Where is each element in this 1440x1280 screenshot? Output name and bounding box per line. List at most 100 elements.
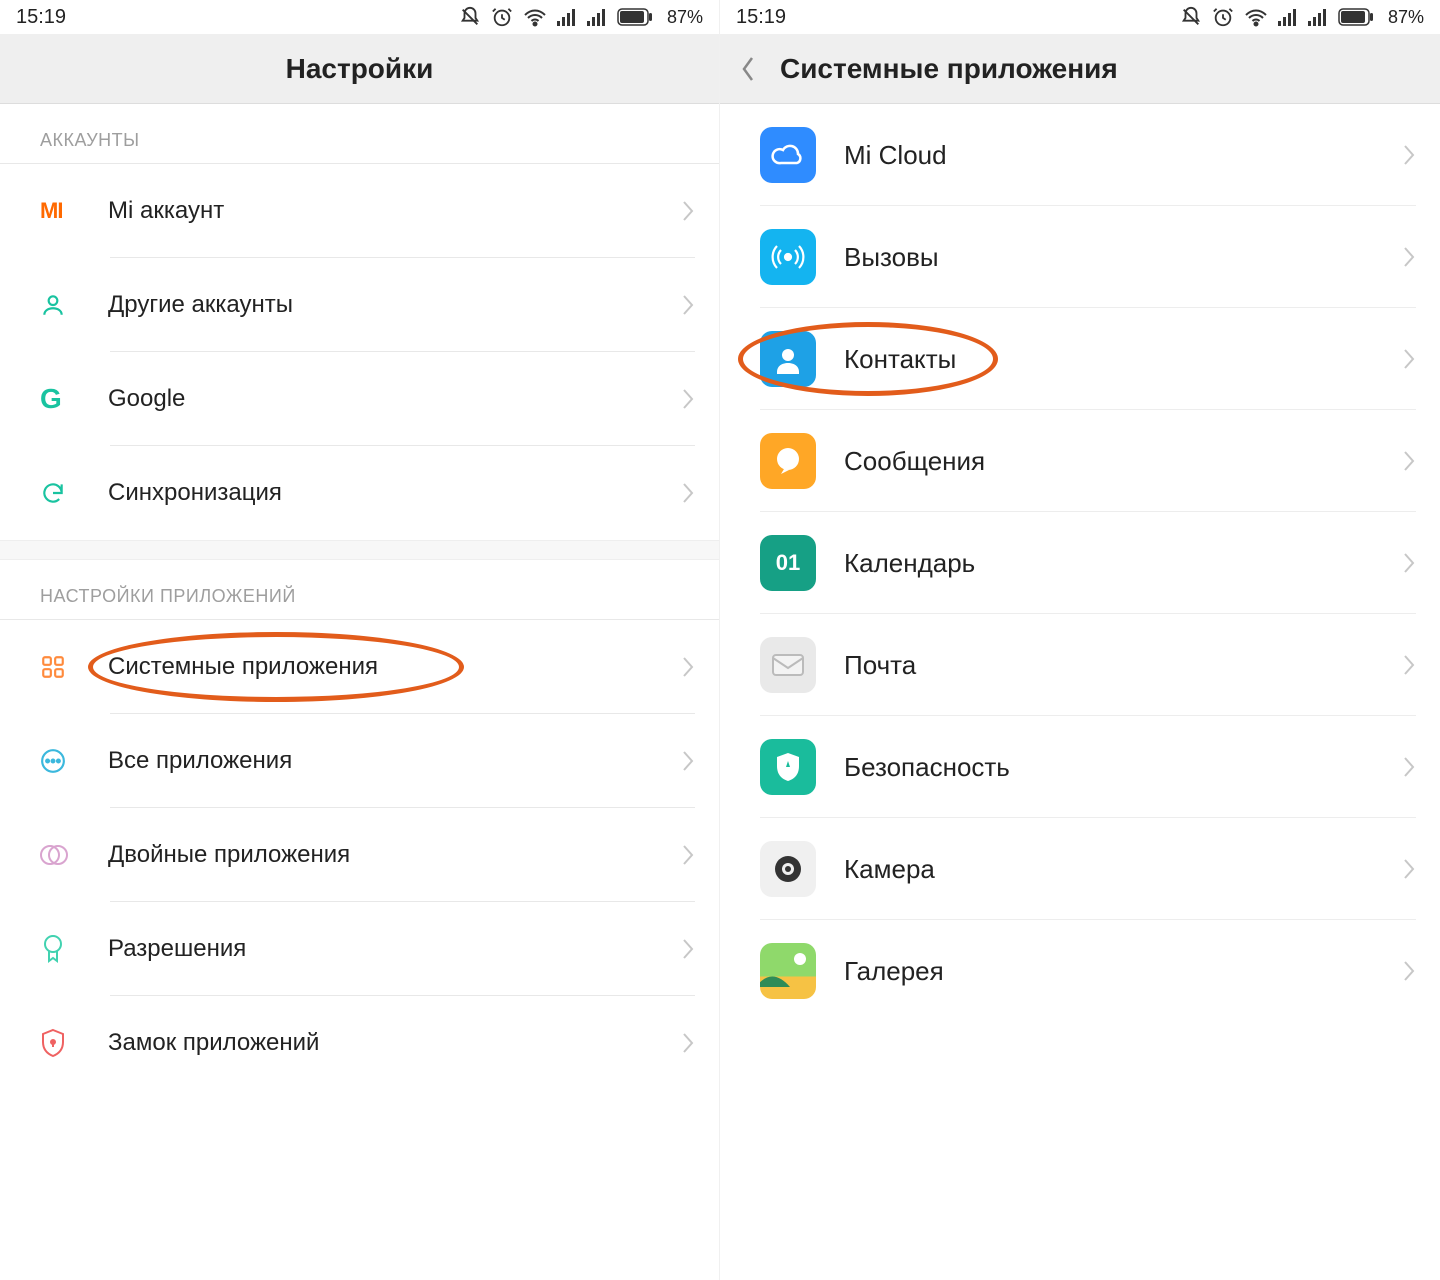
row-all-apps[interactable]: Все приложения	[0, 714, 719, 808]
person-icon	[40, 292, 66, 318]
row-calendar[interactable]: 01 Календарь	[720, 512, 1440, 614]
status-icons: 87%	[1180, 6, 1424, 28]
chevron-right-icon	[681, 655, 695, 679]
status-bar: 15:19 87%	[0, 0, 719, 34]
row-label: Другие аккаунты	[108, 291, 681, 319]
alarm-icon	[491, 6, 513, 28]
row-label: Системные приложения	[108, 653, 681, 681]
status-time: 15:19	[736, 6, 786, 29]
battery-percent: 87%	[1388, 7, 1424, 28]
broadcast-icon	[760, 229, 816, 285]
section-app-settings: НАСТРОЙКИ ПРИЛОЖЕНИЙ	[0, 560, 719, 620]
row-label: Двойные приложения	[108, 841, 681, 869]
signal-icon	[557, 8, 577, 26]
chevron-right-icon	[1402, 959, 1416, 983]
wifi-icon	[1244, 7, 1268, 27]
status-icons: 87%	[459, 6, 703, 28]
chevron-right-icon	[1402, 755, 1416, 779]
row-mail[interactable]: Почта	[720, 614, 1440, 716]
row-google[interactable]: G Google	[0, 352, 719, 446]
calendar-date-text: 01	[776, 550, 800, 576]
more-circle-icon	[40, 748, 66, 774]
row-label: Галерея	[844, 956, 1402, 987]
row-camera[interactable]: Камера	[720, 818, 1440, 920]
row-contacts[interactable]: Контакты	[720, 308, 1440, 410]
gallery-icon	[760, 943, 816, 999]
signal-icon	[1308, 8, 1328, 26]
row-app-lock[interactable]: Замок приложений	[0, 996, 719, 1090]
page-title: Настройки	[286, 53, 434, 85]
row-mi-cloud[interactable]: Mi Cloud	[720, 104, 1440, 206]
row-security[interactable]: Безопасность	[720, 716, 1440, 818]
status-bar: 15:19 87%	[720, 0, 1440, 34]
cloud-icon	[760, 127, 816, 183]
shield-lock-icon	[40, 1028, 66, 1058]
shield-icon	[760, 739, 816, 795]
battery-percent: 87%	[667, 7, 703, 28]
row-label: Камера	[844, 854, 1402, 885]
mail-icon	[760, 637, 816, 693]
alarm-icon	[1212, 6, 1234, 28]
row-other-accounts[interactable]: Другие аккаунты	[0, 258, 719, 352]
chevron-right-icon	[1402, 449, 1416, 473]
dual-apps-icon	[40, 842, 68, 868]
row-label: Разрешения	[108, 935, 681, 963]
row-label: Замок приложений	[108, 1029, 681, 1057]
chevron-right-icon	[1402, 857, 1416, 881]
chat-icon	[760, 433, 816, 489]
camera-icon	[760, 841, 816, 897]
battery-icon	[1338, 8, 1374, 26]
calendar-icon: 01	[760, 535, 816, 591]
chevron-right-icon	[681, 937, 695, 961]
row-label: Безопасность	[844, 752, 1402, 783]
battery-icon	[617, 8, 653, 26]
screen-system-apps: 15:19 87% Системные приложения Mi Cloud	[720, 0, 1440, 1280]
row-label: Контакты	[844, 344, 1402, 375]
row-label: Mi аккаунт	[108, 197, 681, 225]
chevron-right-icon	[1402, 653, 1416, 677]
bell-off-icon	[459, 6, 481, 28]
row-sync[interactable]: Синхронизация	[0, 446, 719, 540]
row-gallery[interactable]: Галерея	[720, 920, 1440, 1022]
chevron-right-icon	[681, 843, 695, 867]
badge-icon	[40, 934, 66, 964]
row-label: Вызовы	[844, 242, 1402, 273]
row-label: Синхронизация	[108, 479, 681, 507]
chevron-right-icon	[1402, 347, 1416, 371]
chevron-right-icon	[681, 1031, 695, 1055]
chevron-right-icon	[681, 293, 695, 317]
chevron-right-icon	[1402, 143, 1416, 167]
row-label: Сообщения	[844, 446, 1402, 477]
chevron-right-icon	[681, 481, 695, 505]
page-title: Системные приложения	[780, 53, 1118, 85]
section-accounts: АККАУНТЫ	[0, 104, 719, 164]
header: Настройки	[0, 34, 719, 104]
row-dual-apps[interactable]: Двойные приложения	[0, 808, 719, 902]
row-messages[interactable]: Сообщения	[720, 410, 1440, 512]
chevron-right-icon	[1402, 245, 1416, 269]
wifi-icon	[523, 7, 547, 27]
row-label: Google	[108, 385, 681, 413]
header: Системные приложения	[720, 34, 1440, 104]
row-mi-account[interactable]: MI Mi аккаунт	[0, 164, 719, 258]
sync-icon	[40, 480, 66, 506]
chevron-right-icon	[681, 387, 695, 411]
row-permissions[interactable]: Разрешения	[0, 902, 719, 996]
signal-icon	[1278, 8, 1298, 26]
chevron-right-icon	[681, 199, 695, 223]
mi-logo-icon: MI	[40, 198, 62, 224]
signal-icon	[587, 8, 607, 26]
chevron-right-icon	[1402, 551, 1416, 575]
back-button[interactable]	[740, 55, 780, 83]
row-label: Календарь	[844, 548, 1402, 579]
row-label: Mi Cloud	[844, 140, 1402, 171]
grid-icon	[40, 654, 66, 680]
row-label: Все приложения	[108, 747, 681, 775]
row-label: Почта	[844, 650, 1402, 681]
contact-icon	[760, 331, 816, 387]
row-calls[interactable]: Вызовы	[720, 206, 1440, 308]
screen-settings: 15:19 87% Настройки АККАУНТЫ MI Mi аккау…	[0, 0, 720, 1280]
status-time: 15:19	[16, 6, 66, 29]
row-system-apps[interactable]: Системные приложения	[0, 620, 719, 714]
bell-off-icon	[1180, 6, 1202, 28]
